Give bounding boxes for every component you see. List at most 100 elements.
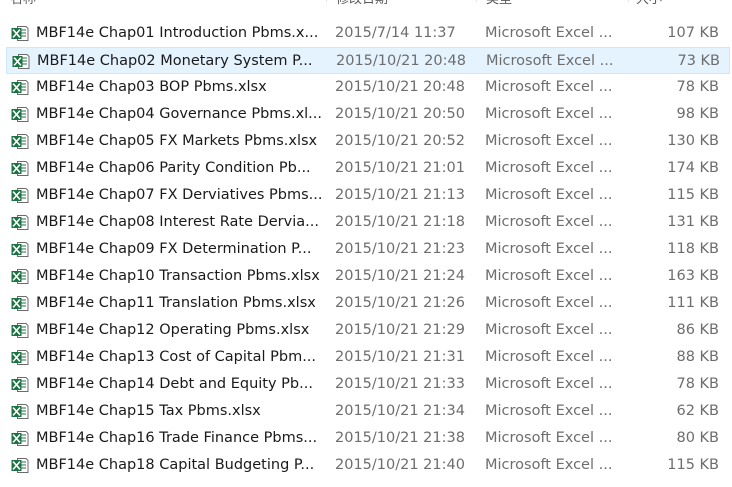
excel-file-icon	[11, 404, 29, 419]
file-name: MBF14e Chap10 Transaction Pbms.xlsx	[36, 268, 320, 284]
excel-file-icon	[11, 296, 29, 311]
file-row[interactable]: MBF14e Chap18 Capital Budgeting P... 201…	[6, 452, 730, 479]
file-modified-date: 2015/10/21 21:26	[335, 295, 465, 311]
excel-file-icon	[11, 80, 29, 95]
file-size: 107 KB	[667, 25, 719, 41]
column-divider[interactable]	[628, 0, 629, 2]
file-type: Microsoft Excel ...	[485, 25, 613, 41]
file-type: Microsoft Excel ...	[485, 430, 613, 446]
file-modified-date: 2015/10/21 21:23	[335, 241, 465, 257]
file-name: MBF14e Chap12 Operating Pbms.xlsx	[36, 322, 310, 338]
file-name: MBF14e Chap13 Cost of Capital Pbm...	[36, 349, 317, 365]
column-divider[interactable]	[326, 0, 327, 2]
file-type: Microsoft Excel ...	[485, 349, 613, 365]
file-modified-date: 2015/7/14 11:37	[335, 25, 456, 41]
file-name: MBF14e Chap06 Parity Condition Pb...	[36, 160, 311, 176]
file-modified-date: 2015/10/21 20:50	[335, 106, 465, 122]
excel-file-icon	[11, 107, 29, 122]
file-name: MBF14e Chap04 Governance Pbms.xl...	[36, 106, 322, 122]
file-row[interactable]: MBF14e Chap05 FX Markets Pbms.xlsx 2015/…	[6, 128, 730, 155]
file-row[interactable]: MBF14e Chap13 Cost of Capital Pbm... 201…	[6, 344, 730, 371]
excel-file-icon	[11, 26, 29, 41]
file-type: Microsoft Excel ...	[485, 160, 613, 176]
file-modified-date: 2015/10/21 20:52	[335, 133, 465, 149]
file-type: Microsoft Excel ...	[485, 133, 613, 149]
file-type: Microsoft Excel ...	[485, 403, 613, 419]
file-row[interactable]: MBF14e Chap06 Parity Condition Pb... 201…	[6, 155, 730, 182]
file-modified-date: 2015/10/21 21:24	[335, 268, 465, 284]
file-size: 131 KB	[667, 214, 719, 230]
file-size: 80 KB	[676, 430, 719, 446]
excel-file-icon	[11, 188, 29, 203]
file-name: MBF14e Chap18 Capital Budgeting P...	[36, 457, 315, 473]
file-row[interactable]: MBF14e Chap11 Translation Pbms.xlsx 2015…	[6, 290, 730, 317]
excel-file-icon	[11, 242, 29, 257]
file-row[interactable]: MBF14e Chap10 Transaction Pbms.xlsx 2015…	[6, 263, 730, 290]
file-name: MBF14e Chap07 FX Derviatives Pbms...	[36, 187, 323, 203]
file-row[interactable]: MBF14e Chap07 FX Derviatives Pbms... 201…	[6, 182, 730, 209]
file-list: 名称 修改日期 类型 大小 MBF14e Chap01 Introduction…	[0, 0, 732, 487]
file-name: MBF14e Chap03 BOP Pbms.xlsx	[36, 79, 267, 95]
file-type: Microsoft Excel ...	[485, 214, 613, 230]
file-row[interactable]: MBF14e Chap03 BOP Pbms.xlsx 2015/10/21 2…	[6, 74, 730, 101]
excel-file-icon	[11, 161, 29, 176]
file-modified-date: 2015/10/21 21:34	[335, 403, 465, 419]
file-modified-date: 2015/10/21 21:40	[335, 457, 465, 473]
file-row[interactable]: MBF14e Chap09 FX Determination P... 2015…	[6, 236, 730, 263]
file-modified-date: 2015/10/21 21:13	[335, 187, 465, 203]
file-modified-date: 2015/10/21 21:29	[335, 322, 465, 338]
excel-file-icon	[11, 377, 29, 392]
file-row[interactable]: MBF14e Chap15 Tax Pbms.xlsx 2015/10/21 2…	[6, 398, 730, 425]
file-modified-date: 2015/10/21 20:48	[335, 79, 465, 95]
column-header-name[interactable]: 名称	[10, 0, 210, 10]
file-type: Microsoft Excel ...	[485, 268, 613, 284]
file-size: 111 KB	[667, 295, 719, 311]
file-row[interactable]: MBF14e Chap14 Debt and Equity Pb... 2015…	[6, 371, 730, 398]
file-size: 88 KB	[676, 349, 719, 365]
file-name: MBF14e Chap15 Tax Pbms.xlsx	[36, 403, 261, 419]
excel-file-icon	[11, 458, 29, 473]
excel-file-icon	[11, 134, 29, 149]
file-row[interactable]: MBF14e Chap01 Introduction Pbms.x... 201…	[6, 20, 730, 47]
excel-file-icon	[11, 323, 29, 338]
file-row[interactable]: MBF14e Chap08 Interest Rate Dervia... 20…	[6, 209, 730, 236]
file-row[interactable]: MBF14e Chap02 Monetary System P... 2015/…	[6, 47, 730, 74]
file-type: Microsoft Excel ...	[485, 376, 613, 392]
file-modified-date: 2015/10/21 20:48	[336, 53, 466, 69]
column-divider[interactable]	[476, 0, 477, 2]
file-size: 78 KB	[676, 79, 719, 95]
file-modified-date: 2015/10/21 21:01	[335, 160, 465, 176]
file-type: Microsoft Excel ...	[485, 106, 613, 122]
file-modified-date: 2015/10/21 21:38	[335, 430, 465, 446]
file-name: MBF14e Chap02 Monetary System P...	[37, 53, 313, 69]
excel-file-icon	[12, 54, 30, 69]
file-size: 98 KB	[676, 106, 719, 122]
file-size: 62 KB	[676, 403, 719, 419]
file-name: MBF14e Chap11 Translation Pbms.xlsx	[36, 295, 316, 311]
file-modified-date: 2015/10/21 21:33	[335, 376, 465, 392]
excel-file-icon	[11, 350, 29, 365]
column-header-bar: 名称 修改日期 类型 大小	[0, 0, 732, 10]
file-size: 115 KB	[667, 187, 719, 203]
file-size: 73 KB	[677, 53, 720, 69]
file-modified-date: 2015/10/21 21:31	[335, 349, 465, 365]
file-type: Microsoft Excel ...	[486, 53, 614, 69]
file-size: 174 KB	[667, 160, 719, 176]
file-name: MBF14e Chap08 Interest Rate Dervia...	[36, 214, 319, 230]
column-header-type[interactable]: 类型	[486, 0, 606, 10]
file-type: Microsoft Excel ...	[485, 295, 613, 311]
file-size: 86 KB	[676, 322, 719, 338]
file-row[interactable]: MBF14e Chap16 Trade Finance Pbms... 2015…	[6, 425, 730, 452]
column-header-size[interactable]: 大小	[636, 0, 716, 10]
column-header-date[interactable]: 修改日期	[336, 0, 456, 10]
file-size: 118 KB	[667, 241, 719, 257]
file-row[interactable]: MBF14e Chap12 Operating Pbms.xlsx 2015/1…	[6, 317, 730, 344]
file-size: 130 KB	[667, 133, 719, 149]
file-type: Microsoft Excel ...	[485, 322, 613, 338]
excel-file-icon	[11, 269, 29, 284]
file-size: 78 KB	[676, 376, 719, 392]
file-type: Microsoft Excel ...	[485, 241, 613, 257]
file-rows: MBF14e Chap01 Introduction Pbms.x... 201…	[0, 20, 732, 479]
file-size: 115 KB	[667, 457, 719, 473]
file-row[interactable]: MBF14e Chap04 Governance Pbms.xl... 2015…	[6, 101, 730, 128]
